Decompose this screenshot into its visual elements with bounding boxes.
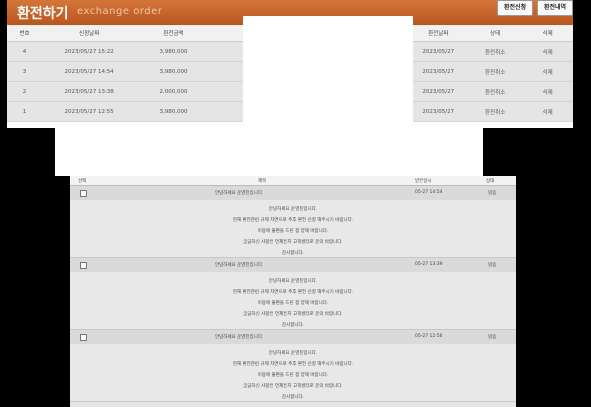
row-date: 2023/05/27 13:38 bbox=[42, 81, 137, 102]
exchange-history-button[interactable]: 환전내역 bbox=[537, 0, 573, 16]
notice-body-line: 감사합니다. bbox=[281, 251, 305, 256]
notice-body-line: 궁금하신 사항은 언제든지 고객센터로 문의 바랍니다. bbox=[243, 312, 343, 317]
notice-status: 읽음 bbox=[488, 335, 497, 340]
notice-body-line: 안녕하세요 운영진입니다. bbox=[268, 207, 318, 212]
row-date: 2023/05/27 12:55 bbox=[42, 101, 137, 122]
notice-date: 05-27 14:54 bbox=[415, 190, 443, 195]
notice-row[interactable]: 안녕하세요 운영진입니다. 05-27 12:56 읽음 bbox=[70, 330, 516, 345]
redaction-block bbox=[243, 16, 413, 128]
row-delete-button[interactable]: 삭제 bbox=[522, 41, 573, 62]
row-amount: 3,980,000 bbox=[136, 41, 211, 62]
notice-body: 안녕하세요 운영진입니다. 현재 환전관련 규제 자연으로 추후 환전 신청 해주… bbox=[70, 272, 516, 330]
notice-body-line: 감사합니다. bbox=[281, 323, 305, 328]
notice-body-line: 안녕하세요 운영진입니다. bbox=[268, 351, 318, 356]
page-subtitle: exchange order bbox=[77, 6, 163, 17]
notice-title: 안녕하세요 운영진입니다. bbox=[215, 335, 264, 340]
notice-body-line: 궁금하신 사항은 언제든지 고객센터로 문의 바랍니다. bbox=[243, 240, 343, 245]
notice-body-line: 현재 환전관련 규제 자연으로 추후 환전 신청 해주시기 바랍니다. bbox=[232, 290, 354, 295]
notice-body-line: 안녕하세요 운영진입니다. bbox=[268, 279, 318, 284]
row-exdate: 2023/05/27 bbox=[408, 101, 468, 122]
notice-body-line: 이용에 불편을 드린 점 양해 바랍니다. bbox=[257, 301, 329, 306]
row-no: 3 bbox=[7, 61, 43, 82]
row-amount: 3,980,000 bbox=[136, 61, 211, 82]
notice-list: 선택 제목 받은일시 상태 안녕하세요 운영진입니다. 05-27 14:54 읽음… bbox=[70, 176, 516, 407]
row-status: 환전취소 bbox=[467, 81, 523, 102]
row-delete-button[interactable]: 삭제 bbox=[522, 101, 573, 122]
row-delete-button[interactable]: 삭제 bbox=[522, 61, 573, 82]
notice-title: 안녕하세요 운영진입니다. bbox=[215, 191, 264, 196]
row-delete-button[interactable]: 삭제 bbox=[522, 81, 573, 102]
notice-header: 선택 제목 받은일시 상태 bbox=[70, 176, 516, 186]
notice-title: 안녕하세요 운영진입니다. bbox=[215, 263, 264, 268]
col-header-no: 번호 bbox=[7, 25, 43, 42]
row-status: 환전취소 bbox=[467, 101, 523, 122]
row-no: 1 bbox=[7, 101, 43, 122]
row-amount: 2,000,000 bbox=[136, 81, 211, 102]
notice-body-line: 감사합니다. bbox=[281, 395, 305, 400]
notice-col-status: 상태 bbox=[486, 179, 495, 184]
notice-checkbox[interactable] bbox=[80, 334, 87, 341]
row-no: 2 bbox=[7, 81, 43, 102]
page-title: 환전하기 bbox=[17, 6, 69, 22]
notice-col-title: 제목 bbox=[258, 179, 267, 184]
notice-checkbox[interactable] bbox=[80, 262, 87, 269]
notice-body-line: 궁금하신 사항은 언제든지 고객센터로 문의 바랍니다. bbox=[243, 384, 343, 389]
row-status: 환전취소 bbox=[467, 41, 523, 62]
row-date: 2023/05/27 14:54 bbox=[42, 61, 137, 82]
notice-row[interactable]: 안녕하세요 운영진입니다. 05-27 14:54 읽음 bbox=[70, 186, 516, 201]
row-date: 2023/05/27 15:22 bbox=[42, 41, 137, 62]
notice-body-line: 이용에 불편을 드린 점 양해 바랍니다. bbox=[257, 373, 329, 378]
notice-date: 05-27 13:39 bbox=[415, 262, 443, 267]
exchange-apply-button[interactable]: 환전신청 bbox=[497, 0, 533, 16]
row-exdate: 2023/05/27 bbox=[408, 61, 468, 82]
row-exdate: 2023/05/27 bbox=[408, 81, 468, 102]
notice-col-date: 받은일시 bbox=[415, 179, 432, 184]
row-exdate: 2023/05/27 bbox=[408, 41, 468, 62]
notice-body-line: 현재 환전관련 규제 자연으로 추후 환전 신청 해주시기 바랍니다. bbox=[232, 362, 354, 367]
col-header-exdate: 환전날짜 bbox=[408, 25, 468, 42]
notice-row[interactable]: 안녕하세요 운영진입니다. 05-27 13:39 읽음 bbox=[70, 258, 516, 273]
col-header-amount: 환전금액 bbox=[136, 25, 211, 42]
notice-body-line: 현재 환전관련 규제 자연으로 추후 환전 신청 해주시기 바랍니다. bbox=[232, 218, 354, 223]
col-header-date: 신청날짜 bbox=[42, 25, 137, 42]
row-amount: 3,980,000 bbox=[136, 101, 211, 122]
notice-body: 안녕하세요 운영진입니다. 현재 환전관련 규제 자연으로 추후 환전 신청 해주… bbox=[70, 200, 516, 258]
notice-status: 읽음 bbox=[488, 191, 497, 196]
row-status: 환전취소 bbox=[467, 61, 523, 82]
notice-body-line: 이용에 불편을 드린 점 양해 바랍니다. bbox=[257, 229, 329, 234]
col-header-delete: 삭제 bbox=[522, 25, 573, 42]
notice-body: 안녕하세요 운영진입니다. 현재 환전관련 규제 자연으로 추후 환전 신청 해주… bbox=[70, 344, 516, 402]
col-header-status: 상태 bbox=[467, 25, 523, 42]
notice-col-select: 선택 bbox=[78, 179, 87, 184]
notice-status: 읽음 bbox=[488, 263, 497, 268]
notice-checkbox[interactable] bbox=[80, 190, 87, 197]
notice-date: 05-27 12:56 bbox=[415, 334, 443, 339]
redaction-block bbox=[55, 128, 483, 176]
row-no: 4 bbox=[7, 41, 43, 62]
